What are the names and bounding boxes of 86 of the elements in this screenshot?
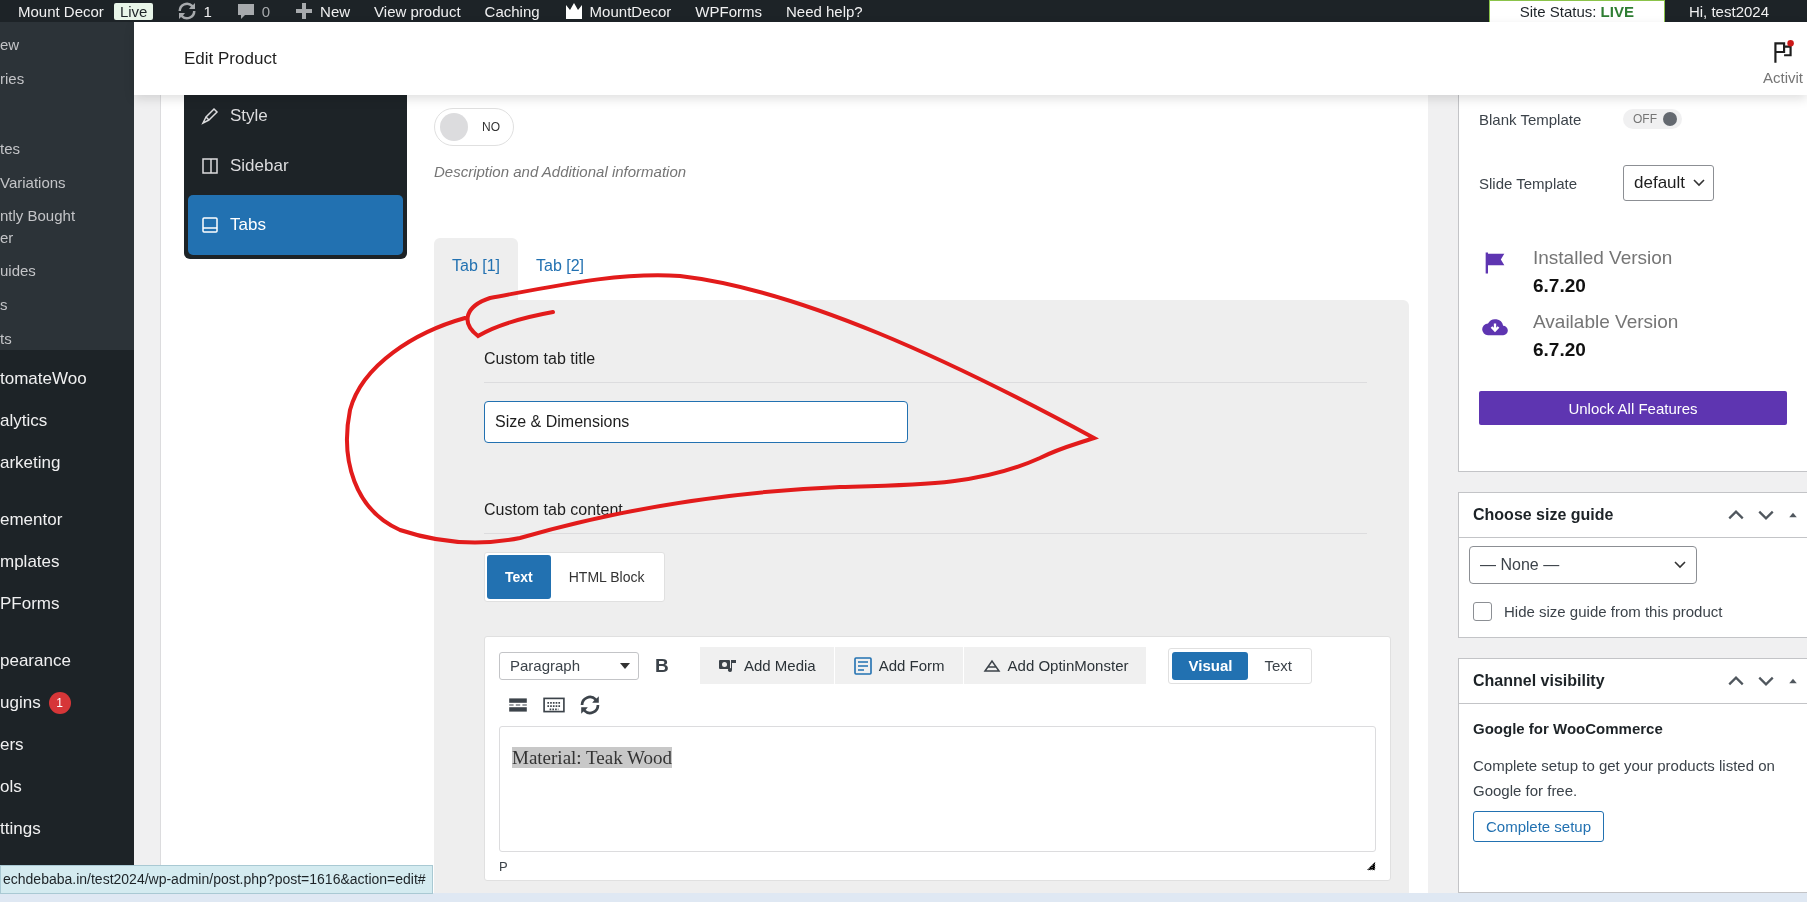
element-path: P bbox=[499, 858, 508, 874]
menu-item[interactable]: ols bbox=[0, 766, 134, 808]
status-url-tooltip: echdebaba.in/test2024/wp-admin/post.php?post=1616&action=edit# bbox=[0, 865, 433, 894]
submenu-item[interactable]: uides bbox=[0, 254, 134, 288]
live-badge: Live bbox=[113, 2, 154, 20]
editor-text: Material: Teak Wood bbox=[512, 747, 672, 768]
menu-item[interactable]: arketing bbox=[0, 442, 134, 484]
book-icon bbox=[200, 215, 220, 235]
menu-item[interactable]: alytics bbox=[0, 400, 134, 442]
menu-item[interactable]: pearance bbox=[0, 640, 134, 682]
field-label: Blank Template bbox=[1479, 110, 1583, 128]
version-number: 6.7.20 bbox=[1533, 339, 1587, 361]
site-link[interactable]: MountDecor bbox=[563, 1, 672, 21]
submenu-item[interactable]: Variations bbox=[0, 166, 134, 200]
plus-icon bbox=[294, 1, 315, 21]
admin-bar-link[interactable]: Need help? bbox=[786, 2, 863, 20]
checkbox[interactable] bbox=[1473, 602, 1492, 621]
update-count-badge: 1 bbox=[48, 692, 71, 714]
sidebar-icon bbox=[200, 156, 220, 176]
content-mode-button[interactable]: HTML Block bbox=[550, 555, 663, 599]
bold-button[interactable]: B bbox=[655, 654, 685, 677]
menu-item[interactable]: ers bbox=[0, 724, 134, 766]
format-select[interactable]: Paragraph bbox=[499, 651, 639, 680]
version-number: 6.7.20 bbox=[1533, 275, 1587, 297]
size-guide-select[interactable]: — None — bbox=[1469, 546, 1697, 584]
submenu-item[interactable]: s bbox=[0, 288, 134, 322]
media-button[interactable]: Add OptinMonster bbox=[962, 647, 1147, 684]
menu-item[interactable]: ttings bbox=[0, 808, 134, 850]
version-label: Installed Version bbox=[1533, 247, 1673, 269]
checkbox-label: Hide size guide from this product bbox=[1504, 603, 1723, 620]
panel-title: Channel visibility bbox=[1473, 672, 1606, 690]
field-label: Custom tab content bbox=[484, 501, 624, 519]
brush-icon bbox=[200, 106, 220, 126]
menu-item[interactable]: ementor bbox=[0, 499, 134, 541]
new-link[interactable]: New bbox=[294, 1, 351, 21]
resize-grip-icon[interactable] bbox=[1366, 861, 1376, 871]
submenu-item[interactable]: ew bbox=[0, 28, 134, 62]
media-button[interactable]: Add Form bbox=[833, 647, 963, 684]
form-icon bbox=[852, 655, 873, 676]
refresh-icon bbox=[177, 1, 198, 21]
channel-heading: Google for WooCommerce bbox=[1473, 720, 1664, 737]
media-button[interactable]: Add Media bbox=[699, 647, 834, 684]
unlock-button[interactable]: Unlock All Features bbox=[1479, 391, 1787, 425]
site-status-button[interactable]: Site Status: LIVE bbox=[1488, 0, 1665, 22]
submenu-item[interactable]: ts bbox=[0, 322, 134, 356]
slide-template-select[interactable]: default bbox=[1623, 165, 1715, 201]
content-mode-button[interactable]: Text bbox=[487, 555, 551, 599]
editor-mode-tab[interactable]: Visual bbox=[1172, 651, 1249, 680]
content-tab[interactable]: Tab [2] bbox=[518, 238, 603, 300]
editor-content-area[interactable]: Material: Teak Wood bbox=[499, 726, 1376, 852]
admin-bar-link[interactable]: Mount Decor bbox=[18, 2, 104, 20]
product-nav-tab[interactable]: Tabs bbox=[188, 195, 403, 255]
menu-item[interactable]: PForms bbox=[0, 583, 134, 625]
admin-bar-link[interactable]: Caching bbox=[484, 2, 540, 20]
menu-item[interactable]: ugins 1 bbox=[0, 682, 134, 724]
tab-title-input[interactable]: Size & Dimensions bbox=[484, 401, 908, 443]
chevron-down-icon bbox=[1693, 179, 1706, 187]
site-logo bbox=[563, 1, 584, 21]
complete-setup-button[interactable]: Complete setup bbox=[1473, 811, 1605, 842]
field-label: Slide Template bbox=[1479, 174, 1579, 192]
blank-template-toggle[interactable]: OFF bbox=[1623, 109, 1682, 129]
refresh-icon[interactable] bbox=[579, 694, 601, 716]
dropdown-arrow-icon bbox=[620, 662, 630, 669]
editor-mode-tab[interactable]: Text bbox=[1248, 651, 1308, 680]
content-tab[interactable]: Tab [1] bbox=[434, 238, 519, 300]
updates-link[interactable]: 1 bbox=[177, 1, 212, 21]
product-nav-tab[interactable]: Sidebar bbox=[188, 137, 403, 195]
menu-item[interactable]: mplates bbox=[0, 541, 134, 583]
comment-icon bbox=[235, 1, 256, 21]
admin-bar-link[interactable]: WPForms bbox=[695, 2, 762, 20]
submenu-item[interactable]: tes bbox=[0, 132, 134, 166]
field-label: Custom tab title bbox=[484, 350, 597, 368]
comments-link[interactable]: 0 bbox=[235, 1, 271, 21]
submenu-item[interactable]: ries bbox=[0, 62, 134, 96]
submenu-item[interactable]: ntly Bought er bbox=[0, 200, 134, 254]
admin-bar-link[interactable]: View product bbox=[374, 2, 461, 20]
menu-item[interactable]: tomateWoo bbox=[0, 358, 134, 400]
page-title: Edit Product bbox=[184, 48, 278, 69]
activity-button[interactable]: Activit bbox=[1763, 31, 1803, 86]
account-link[interactable]: Hi, test2024 bbox=[1688, 2, 1769, 20]
description-note: Description and Additional information bbox=[434, 163, 688, 180]
panel-title: Choose size guide bbox=[1473, 506, 1615, 524]
chevron-down-icon bbox=[1674, 561, 1686, 569]
product-nav-tab[interactable]: Style bbox=[188, 95, 403, 137]
channel-description: Complete setup to get your products listed on Google for free. bbox=[1473, 756, 1776, 801]
version-label: Available Version bbox=[1533, 311, 1679, 333]
